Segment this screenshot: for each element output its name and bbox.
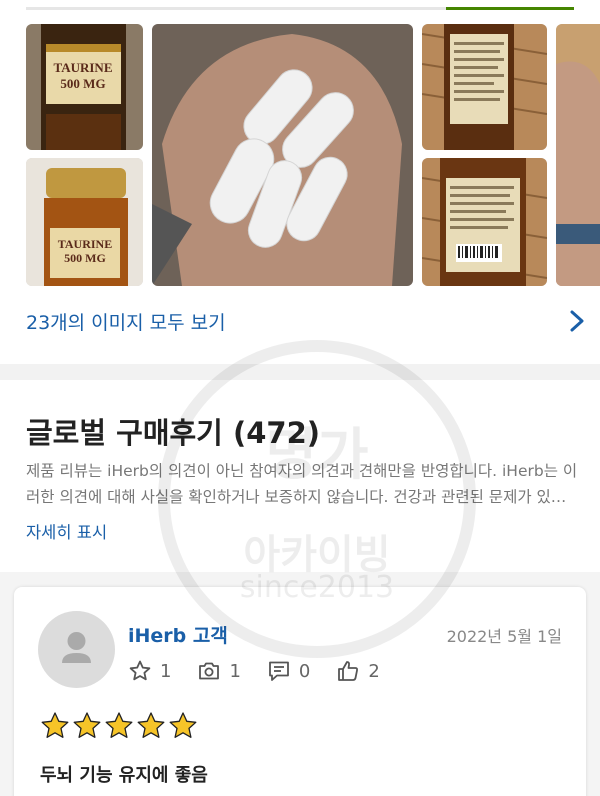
reviews-disclaimer: 제품 리뷰는 iHerb의 의견이 아닌 참여자의 의견과 견해만을 반영합니다… bbox=[26, 462, 578, 506]
reviewer-name[interactable]: iHerb 고객 bbox=[128, 621, 228, 648]
comment-icon bbox=[269, 661, 289, 681]
user-icon bbox=[62, 632, 91, 663]
svg-text:TAURINE: TAURINE bbox=[54, 60, 113, 75]
star-filled-icon bbox=[105, 712, 133, 738]
review-image-gallery: TAURINE 500 MG TAURINE 500 MG bbox=[0, 24, 600, 286]
reviewer-comments-stat: 0 bbox=[267, 659, 310, 683]
svg-text:TAURINE: TAURINE bbox=[58, 237, 112, 251]
reviewer-photos-count: 1 bbox=[229, 660, 241, 682]
reviewer-helpful-stat: 2 bbox=[336, 659, 380, 683]
star-filled-icon bbox=[137, 712, 165, 738]
reviewer-stars-stat: 1 bbox=[128, 659, 171, 683]
star-outline-icon bbox=[129, 660, 151, 681]
reviewer-stars-count: 1 bbox=[160, 660, 172, 682]
star-filled-icon bbox=[169, 712, 197, 738]
reviewer-photos-stat: 1 bbox=[197, 659, 241, 683]
review-date: 2022년 5월 1일 bbox=[446, 627, 562, 646]
tab-indicator-active bbox=[446, 7, 574, 10]
star-filled-icon bbox=[41, 712, 69, 738]
review-rating bbox=[40, 711, 200, 741]
see-all-images-label: 23개의 이미지 모두 보기 bbox=[26, 311, 226, 334]
section-divider bbox=[0, 364, 600, 380]
reviewer-stats: 1 1 0 2 bbox=[128, 659, 406, 683]
show-more-link[interactable]: 자세히 표시 bbox=[26, 519, 107, 543]
section-tabs bbox=[0, 0, 600, 12]
review-title: 두뇌 기능 유지에 좋음 bbox=[40, 765, 208, 786]
review-card: iHerb 고객 2022년 5월 1일 1 1 0 2 두뇌 기능 유지에 좋… bbox=[14, 587, 586, 796]
reviewer-comments-count: 0 bbox=[298, 660, 311, 682]
see-all-images-link[interactable]: 23개의 이미지 모두 보기 bbox=[26, 306, 600, 336]
reviews-section-title: 글로벌 구매후기 (472) bbox=[26, 416, 320, 450]
chevron-right-icon bbox=[570, 310, 584, 332]
reviewer-helpful-count: 2 bbox=[368, 660, 380, 682]
tab-indicator-inactive bbox=[26, 7, 446, 10]
star-filled-icon bbox=[73, 712, 101, 738]
bottle-back-label-photo-1[interactable] bbox=[422, 24, 547, 150]
hand-photo-partial[interactable] bbox=[556, 24, 600, 286]
avatar bbox=[38, 611, 115, 688]
taurine-bottle-front-photo-2[interactable]: TAURINE 500 MG bbox=[26, 158, 143, 286]
thumbs-up-icon bbox=[338, 661, 359, 681]
capsules-in-hand-photo[interactable] bbox=[152, 24, 413, 286]
bottle-back-label-photo-2[interactable] bbox=[422, 158, 547, 286]
taurine-bottle-front-photo-1[interactable]: TAURINE 500 MG bbox=[26, 24, 143, 150]
camera-icon bbox=[199, 662, 220, 680]
svg-text:500 MG: 500 MG bbox=[60, 76, 105, 91]
svg-text:500 MG: 500 MG bbox=[64, 251, 106, 265]
